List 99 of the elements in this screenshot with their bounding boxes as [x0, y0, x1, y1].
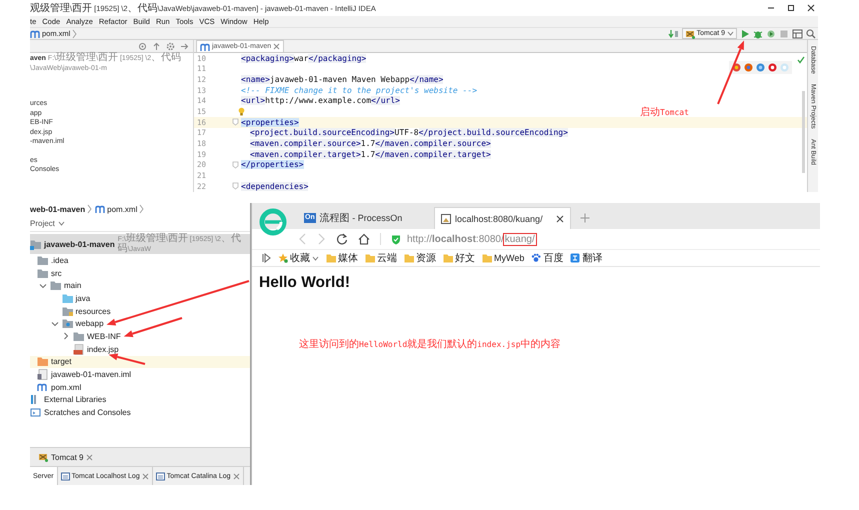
fold-icon[interactable]: [232, 182, 239, 190]
view-selector[interactable]: Project: [30, 218, 55, 228]
m-file-icon: [200, 42, 210, 52]
shield-icon: [391, 234, 401, 244]
project-structure-icon[interactable]: [792, 28, 803, 38]
folder-icon: [404, 253, 414, 263]
paw-icon: [531, 253, 542, 263]
settings-icon[interactable]: [166, 42, 175, 50]
folder-icon: [443, 253, 453, 263]
folder-icon: [62, 292, 72, 304]
folder-icon: [37, 254, 48, 266]
console-icon: [30, 407, 41, 418]
caret-icon[interactable]: [58, 220, 65, 226]
m-file-icon: [30, 28, 40, 38]
back-icon[interactable]: [298, 233, 307, 245]
star-icon: [278, 253, 288, 263]
code-line: <maven.compiler.source>1.7</maven.compiler.source>: [249, 139, 491, 148]
tree-row[interactable]: External Libraries: [30, 394, 250, 406]
folder-icon: [37, 356, 48, 368]
bookmark[interactable]: MyWeb: [482, 253, 524, 263]
file-icon: [37, 369, 48, 380]
scrollbar[interactable]: [802, 91, 805, 173]
folder-icon: [73, 330, 84, 342]
bookmark[interactable]: 资源: [404, 251, 436, 265]
page-heading: Hello World!: [259, 274, 351, 292]
tool-window-tab[interactable]: Tomcat 9: [38, 452, 94, 462]
log-icon: [156, 472, 165, 480]
tree-row[interactable]: main: [30, 279, 250, 292]
translate-icon: [570, 253, 580, 263]
bookmark[interactable]: 云端: [365, 251, 397, 265]
bookmark[interactable]: 好文: [443, 251, 475, 265]
folder-icon: [50, 280, 61, 292]
annotation-text: 这里访问到的HelloWorld就是我们默认的index.jsp中的内容: [299, 338, 561, 351]
folder-icon: [482, 253, 492, 263]
sidebar-toggle-icon[interactable]: [262, 253, 271, 263]
annotation-arrow: [108, 354, 146, 365]
tree-row[interactable]: javaweb-01-maven.iml: [30, 368, 250, 381]
bookmark[interactable]: 媒体: [326, 251, 358, 265]
caret-icon[interactable]: [62, 332, 70, 340]
code-line: <name>javaweb-01-maven Maven Webapp</name>: [241, 75, 444, 84]
tree-row[interactable]: java: [30, 292, 250, 305]
folder-icon: [62, 318, 72, 330]
tree-row[interactable]: src: [30, 266, 250, 280]
folder-icon: [326, 253, 336, 263]
bookmark[interactable]: 百度: [531, 251, 564, 265]
reload-icon[interactable]: [336, 233, 348, 245]
folder-icon: [37, 268, 48, 279]
coverage-icon[interactable]: [766, 28, 776, 38]
close-icon[interactable]: [806, 3, 816, 13]
caret-icon: [312, 254, 319, 262]
caret-icon[interactable]: [39, 282, 47, 290]
page-icon: [441, 214, 451, 224]
code-line: <project.build.sourceEncoding>UTF-8</project.build.sourceEncoding>: [249, 128, 568, 138]
code-line: <packaging>war</packaging>: [241, 54, 366, 63]
browser-tab[interactable]: localhost:8080/kuang/: [434, 207, 571, 229]
forward-icon[interactable]: [317, 233, 326, 245]
maximize-icon[interactable]: [786, 3, 796, 13]
tree-row[interactable]: resources: [30, 304, 250, 318]
annotation-arrow: [717, 40, 744, 104]
fold-icon[interactable]: [232, 160, 239, 169]
address-field[interactable]: http://localhost:8080/kuang/: [407, 234, 536, 244]
annotation-text: 启动Tomcat: [640, 106, 689, 119]
m-file-icon: [95, 204, 106, 214]
bookmark[interactable]: 翻译: [570, 251, 602, 265]
tree-row[interactable]: target: [30, 356, 250, 368]
tree-row[interactable]: webapp: [30, 317, 250, 330]
search-icon[interactable]: [806, 28, 816, 38]
module-folder-icon: [30, 238, 41, 250]
m-file-icon: [37, 382, 48, 393]
collapse-icon[interactable]: [152, 42, 161, 50]
folder-icon: [62, 306, 72, 317]
locate-icon[interactable]: [138, 42, 147, 50]
caret-icon: [727, 30, 734, 37]
tree-row[interactable]: .idea: [30, 254, 250, 267]
file-icon: [73, 344, 84, 355]
code-line: <url>http://www.example.com</url>: [241, 96, 400, 106]
caret-icon[interactable]: [50, 320, 58, 328]
tree-row[interactable]: pom.xml: [30, 380, 250, 394]
check-icon: [797, 56, 805, 64]
log-icon: [60, 472, 70, 480]
e-logo-icon[interactable]: [259, 208, 287, 236]
tree-row[interactable]: WEB-INF: [30, 330, 250, 343]
new-tab-icon[interactable]: [580, 213, 590, 223]
code-line: <!-- FIXME change it to the project's website -->: [241, 86, 478, 95]
home-icon[interactable]: [358, 233, 370, 245]
code-line: <properties>: [241, 118, 299, 127]
tree-row[interactable]: index.jsp: [30, 342, 250, 356]
code-line: <maven.compiler.target>1.7</maven.compiler.target>: [249, 150, 491, 159]
build-icon[interactable]: [668, 28, 679, 38]
folder-icon: [365, 253, 375, 263]
close-icon[interactable]: [556, 214, 564, 222]
breadcrumb-item[interactable]: pom.xml: [107, 204, 138, 214]
fold-icon[interactable]: [232, 118, 239, 126]
tree-row[interactable]: Scratches and Consoles: [30, 406, 250, 419]
debug-icon[interactable]: [753, 28, 763, 38]
breadcrumb-item[interactable]: web-01-maven: [30, 204, 86, 214]
chevron-icon: [72, 28, 78, 38]
lightbulb-icon[interactable]: [238, 107, 245, 116]
bookmark[interactable]: 收藏: [278, 251, 319, 265]
